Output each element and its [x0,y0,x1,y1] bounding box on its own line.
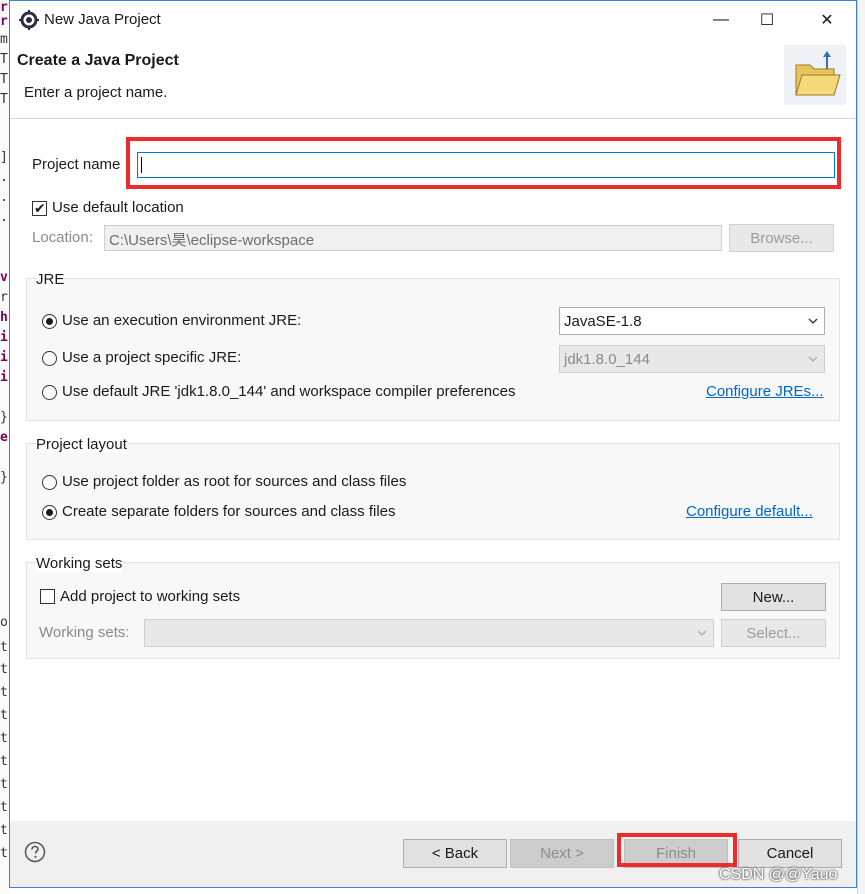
csdn-watermark: CSDN @@Yauo [719,866,838,883]
jre-option-default-label: Use default JRE 'jdk1.8.0_144' and works… [62,383,516,400]
execution-environment-value: JavaSE-1.8 [564,313,642,330]
wizard-title: Create a Java Project [17,52,179,69]
folder-icon [795,51,841,96]
project-specific-jre-value: jdk1.8.0_144 [564,351,650,368]
jre-radio-execution-environment[interactable] [42,314,57,329]
back-button-label: < Back [431,845,479,862]
text-caret [141,157,142,173]
configure-jres-link[interactable]: Configure JREs... [706,383,824,400]
project-layout-group: Project layout Use project folder as roo… [26,436,840,540]
layout-radio-separate-folders[interactable] [42,505,57,520]
window-title: New Java Project [44,11,161,28]
help-icon[interactable] [24,841,46,863]
maximize-icon: ☐ [759,12,775,29]
cancel-button-label: Cancel [766,845,814,862]
use-default-location-label: Use default location [52,199,184,216]
use-default-location-checkbox[interactable]: ✔ [32,200,47,216]
cancel-button[interactable]: Cancel [738,839,842,868]
wizard-header: Create a Java Project Enter a project na… [10,39,856,119]
chevron-down-icon [808,318,818,324]
jre-option-execution-environment-label: Use an execution environment JRE: [62,312,302,329]
chevron-down-icon [697,630,707,636]
new-working-set-button-label: New... [752,588,795,606]
chevron-down-icon [808,356,818,362]
back-button[interactable]: < Back [403,839,507,868]
jre-radio-default[interactable] [42,385,57,400]
select-working-sets-button[interactable]: Select... [721,619,826,647]
browse-button[interactable]: Browse... [729,224,834,252]
jre-radio-project-specific[interactable] [42,351,57,366]
layout-radio-project-root[interactable] [42,475,57,490]
working-sets-group-title: Working sets [36,555,123,572]
project-name-input[interactable] [137,152,835,178]
working-sets-select[interactable] [144,619,714,647]
working-sets-label: Working sets: [39,624,130,641]
minimize-icon: — [713,11,729,28]
finish-button-label: Finish [655,845,696,862]
new-java-project-dialog: New Java Project — ☐ ✕ Create a Java Pro… [9,0,857,888]
next-button-label: Next > [540,845,584,862]
add-to-working-sets-label: Add project to working sets [60,588,241,605]
eclipse-gear-icon [19,10,39,30]
minimize-button[interactable]: — [698,1,744,39]
background-editor-right [857,0,865,894]
layout-option-separate-folders-label: Create separate folders for sources and … [62,503,396,520]
new-working-set-button[interactable]: New... [721,583,826,611]
close-button[interactable]: ✕ [804,1,850,39]
jre-option-project-specific-label: Use a project specific JRE: [62,349,242,366]
banner-image [784,45,846,105]
jre-group-title: JRE [36,271,65,288]
title-bar: New Java Project — ☐ ✕ [10,1,856,39]
project-name-label: Project name [32,156,121,173]
maximize-button[interactable]: ☐ [744,1,790,39]
location-label: Location: [32,229,93,246]
close-icon: ✕ [820,12,834,29]
browse-button-label: Browse... [750,229,813,247]
add-to-working-sets-checkbox[interactable] [40,589,55,604]
jre-group: JRE Use an execution environment JRE: Ja… [26,271,840,421]
project-specific-jre-select[interactable]: jdk1.8.0_144 [559,345,825,373]
location-value: C:\Users\昊\eclipse-workspace [109,232,315,249]
wizard-subtitle: Enter a project name. [24,84,168,101]
checkmark-icon: ✔ [34,200,46,216]
wizard-content: Project name ✔ Use default location Loca… [10,120,856,820]
execution-environment-select[interactable]: JavaSE-1.8 [559,307,825,335]
finish-button[interactable]: Finish [624,839,728,868]
working-sets-group: Working sets Add project to working sets… [26,555,840,659]
configure-default-link[interactable]: Configure default... [686,503,813,520]
location-input[interactable]: C:\Users\昊\eclipse-workspace [104,225,722,251]
project-layout-group-title: Project layout [36,436,127,453]
select-working-sets-button-label: Select... [746,624,801,642]
next-button[interactable]: Next > [510,839,614,868]
layout-option-project-root-label: Use project folder as root for sources a… [62,473,407,490]
